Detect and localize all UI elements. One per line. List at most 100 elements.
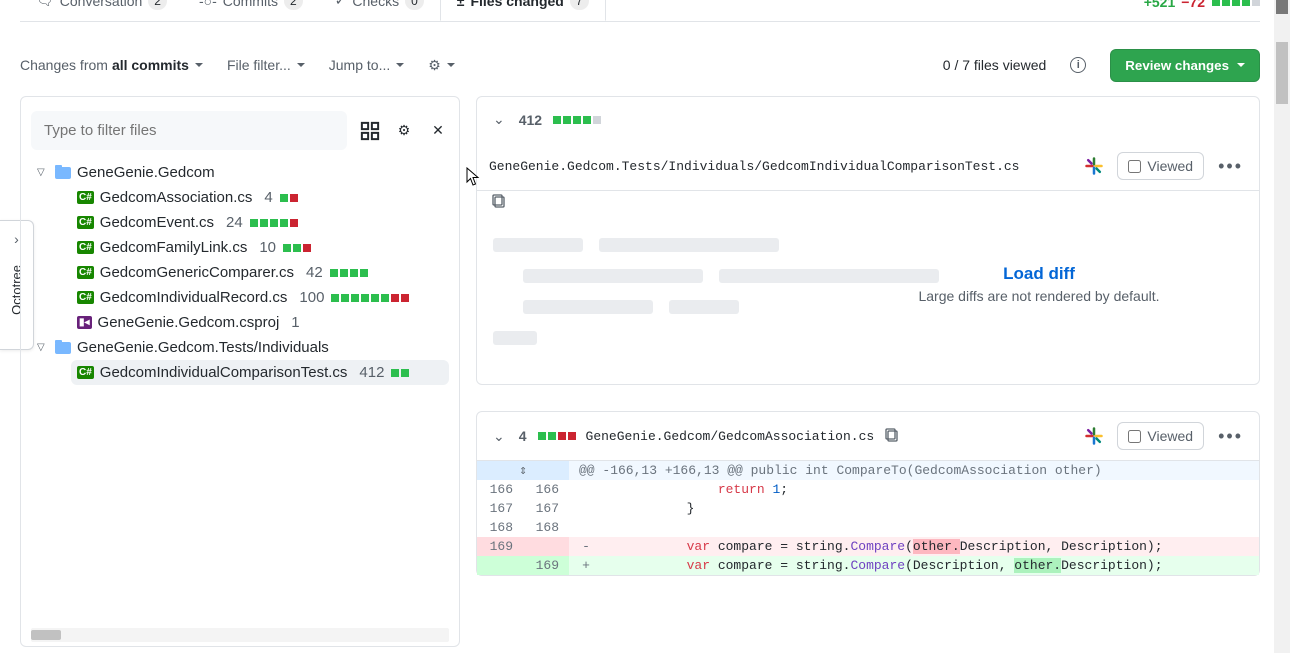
file-filter-dropdown[interactable]: File filter... xyxy=(227,57,305,73)
jump-to-dropdown[interactable]: Jump to... xyxy=(329,57,404,73)
chevron-down-icon xyxy=(195,63,203,67)
line-number-new: 167 xyxy=(523,499,569,518)
codestream-icon[interactable] xyxy=(1081,153,1107,179)
collapse-toggle[interactable]: ⌄ xyxy=(489,424,509,449)
tab-label: Checks xyxy=(352,0,399,9)
diff-line[interactable]: 169 + var compare = string.Compare(Descr… xyxy=(477,556,1259,575)
tree-horizontal-scrollbar[interactable] xyxy=(31,628,449,642)
code-cell: return 1; xyxy=(569,480,1259,499)
file-name: GedcomEvent.cs xyxy=(100,214,214,231)
additions-count: +521 xyxy=(1144,0,1176,10)
copy-icon[interactable] xyxy=(491,196,507,212)
diffstat-blocks xyxy=(390,369,409,377)
hunk-header: ⇕ @@ -166,13 +166,13 @@ public int Compa… xyxy=(477,461,1259,480)
tab-label: Files changed xyxy=(470,0,563,9)
copy-icon[interactable] xyxy=(884,427,900,446)
file-path[interactable]: GeneGenie.Gedcom/GedcomAssociation.cs xyxy=(586,429,875,444)
file-change-count: 1 xyxy=(291,314,299,331)
viewed-checkbox[interactable]: Viewed xyxy=(1117,422,1204,450)
diff-column: ⌄ 412 GeneGenie.Gedcom.Tests/Individuals… xyxy=(476,96,1260,647)
tree-file[interactable]: C# GedcomEvent.cs 24 xyxy=(71,210,449,235)
load-diff-link[interactable]: Load diff xyxy=(899,264,1179,284)
tab-commits[interactable]: -○- Commits 2 xyxy=(183,0,319,20)
file-change-count: 42 xyxy=(306,264,323,281)
files-viewed-progress: 0 / 7 files viewed xyxy=(943,57,1047,73)
diffstat-blocks xyxy=(330,294,409,302)
viewed-checkbox[interactable]: Viewed xyxy=(1117,152,1204,180)
changes-from-dropdown[interactable]: Changes from all commits xyxy=(20,57,203,73)
folder-icon xyxy=(55,167,71,179)
file-menu-button[interactable]: ••• xyxy=(1214,426,1247,447)
file-menu-button[interactable]: ••• xyxy=(1214,156,1247,177)
diff-line[interactable]: 168 168 xyxy=(477,518,1259,537)
diff-line[interactable]: 166 166 return 1; xyxy=(477,480,1259,499)
collapse-toggle[interactable]: ⌄ xyxy=(489,107,509,132)
line-number-old: 166 xyxy=(477,480,523,499)
diffstat-blocks xyxy=(329,269,368,277)
diffstat-blocks xyxy=(279,194,298,202)
close-icon[interactable]: ✕ xyxy=(427,120,449,142)
chevron-down-icon xyxy=(297,63,305,67)
tree-folder[interactable]: ▽ GeneGenie.Gedcom.Tests/Individuals xyxy=(31,335,449,360)
tab-label: Conversation xyxy=(60,0,143,9)
label: Viewed xyxy=(1147,428,1193,444)
line-number-old: 168 xyxy=(477,518,523,537)
csharp-file-icon: C# xyxy=(77,266,94,279)
file-change-count: 24 xyxy=(226,214,243,231)
line-number-new xyxy=(523,537,569,556)
file-filter-input[interactable] xyxy=(31,111,347,150)
expand-hunk-icon[interactable]: ⇕ xyxy=(477,461,569,480)
line-number-new: 166 xyxy=(523,480,569,499)
chevron-right-icon: › xyxy=(14,231,19,247)
tree-folder[interactable]: ▽ GeneGenie.Gedcom xyxy=(31,160,449,185)
deletions-count: −72 xyxy=(1181,0,1205,10)
tree-file[interactable]: ▮◂ GeneGenie.Gedcom.csproj 1 xyxy=(71,310,449,335)
pr-tabnav: 🗨 Conversation 2 -○- Commits 2 ✓ Checks … xyxy=(20,0,1260,22)
file-path[interactable]: GeneGenie.Gedcom.Tests/Individuals/Gedco… xyxy=(489,159,1071,174)
diff-settings-dropdown[interactable]: ⚙ xyxy=(428,57,455,74)
tab-files-changed[interactable]: ± Files changed 7 xyxy=(440,0,606,21)
tree-file[interactable]: C# GedcomFamilyLink.cs 10 xyxy=(71,235,449,260)
info-icon[interactable]: i xyxy=(1070,57,1086,73)
file-tree-panel: ⚙ ✕ ▽ GeneGenie.GedcomC# GedcomAssociati… xyxy=(20,96,460,647)
csharp-file-icon: C# xyxy=(77,191,94,204)
file-name: GedcomIndividualRecord.cs xyxy=(100,289,288,306)
diff-toolbar: Changes from all commits File filter... … xyxy=(20,40,1260,90)
label: Changes from xyxy=(20,57,108,73)
tree-file[interactable]: C# GedcomIndividualComparisonTest.cs 412 xyxy=(71,360,449,385)
expand-icon[interactable] xyxy=(359,120,381,142)
change-count: 4 xyxy=(519,428,527,444)
load-diff-note: Large diffs are not rendered by default. xyxy=(899,288,1179,304)
diff-line[interactable]: 169 - var compare = string.Compare(other… xyxy=(477,537,1259,556)
tree-file[interactable]: C# GedcomGenericComparer.cs 42 xyxy=(71,260,449,285)
tree-file[interactable]: C# GedcomAssociation.cs 4 xyxy=(71,185,449,210)
gear-icon[interactable]: ⚙ xyxy=(393,120,415,142)
code-cell: + var compare = string.Compare(Descripti… xyxy=(569,556,1259,575)
tab-count: 7 xyxy=(570,0,589,10)
label: File filter... xyxy=(227,57,291,73)
diffstat-blocks xyxy=(537,432,576,440)
commit-icon: -○- xyxy=(199,0,217,9)
change-count: 412 xyxy=(519,112,542,128)
csharp-file-icon: C# xyxy=(77,366,94,379)
gear-icon: ⚙ xyxy=(428,57,441,74)
diff-line[interactable]: 167 167 } xyxy=(477,499,1259,518)
file-change-count: 100 xyxy=(299,289,324,306)
vertical-scrollbar[interactable] xyxy=(1274,0,1290,653)
diff-icon: ± xyxy=(457,0,465,9)
diffstat-blocks xyxy=(1211,0,1260,6)
chevron-down-icon xyxy=(1237,63,1245,67)
chevron-down-icon: ▽ xyxy=(37,167,49,178)
tree-file[interactable]: C# GedcomIndividualRecord.cs 100 xyxy=(71,285,449,310)
codestream-icon[interactable] xyxy=(1081,423,1107,449)
tab-checks[interactable]: ✓ Checks 0 xyxy=(319,0,440,20)
review-changes-button[interactable]: Review changes xyxy=(1110,49,1260,82)
folder-icon xyxy=(55,342,71,354)
tab-count: 2 xyxy=(284,0,303,10)
tab-conversation[interactable]: 🗨 Conversation 2 xyxy=(20,0,183,20)
tab-count: 2 xyxy=(148,0,167,10)
file-name: GedcomFamilyLink.cs xyxy=(100,239,248,256)
csharp-file-icon: C# xyxy=(77,291,94,304)
diffstat-blocks xyxy=(249,219,298,227)
chevron-down-icon xyxy=(396,63,404,67)
